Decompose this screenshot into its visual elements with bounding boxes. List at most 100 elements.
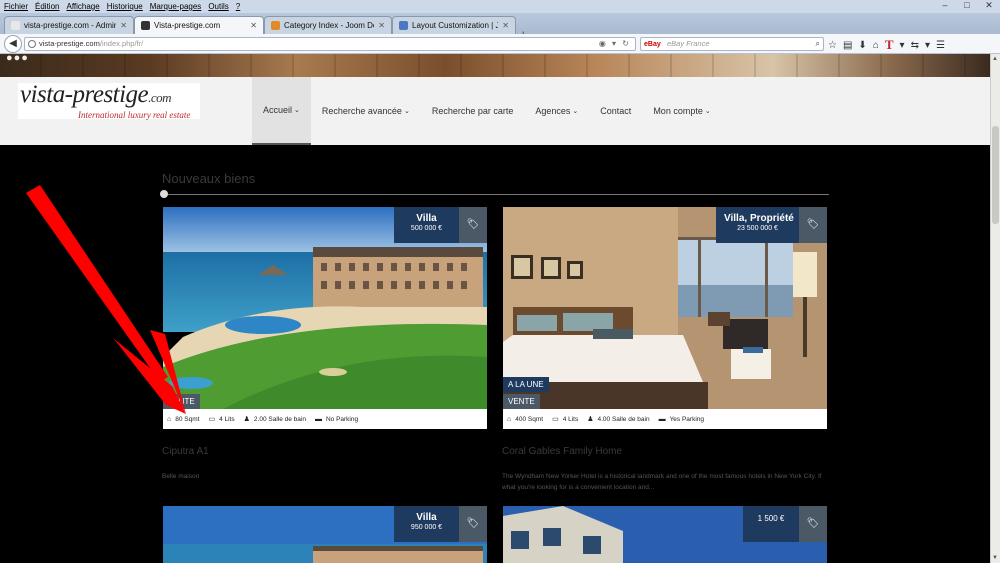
close-tab-icon[interactable]: ✕ [502, 21, 509, 30]
browser-navbar: ◀ vista-prestige.com/index.php/fr/ ◉ ▾ ↻… [0, 34, 1000, 54]
tab-label: Vista-prestige.com [154, 21, 221, 30]
tab-vista-prestige[interactable]: Vista-prestige.com ✕ [134, 16, 264, 34]
tab-layout-customization[interactable]: Layout Customization | Jo... ✕ [392, 16, 516, 34]
feature-baths: 2.00 Salle de bain [253, 415, 306, 423]
logo-tagline: International luxury real estate [78, 110, 191, 120]
nav-contact[interactable]: Contact [589, 77, 642, 145]
nav-recherche-par-carte[interactable]: Recherche par carte [421, 77, 525, 145]
hero-banner-image: ●●● [0, 54, 990, 77]
status-badge: VENTE [503, 394, 540, 409]
close-tab-icon[interactable]: ✕ [250, 21, 257, 30]
car-icon: ▬ [314, 415, 322, 423]
nav-label: Mon compte [653, 106, 703, 116]
feature-beds: 4 Lits [562, 415, 579, 423]
feature-area: 400 Sqmt [515, 415, 544, 423]
feature-parking: Yes Parking [669, 415, 705, 423]
chevron-down-icon[interactable]: ▾ [900, 40, 905, 51]
close-tab-icon[interactable]: ✕ [378, 21, 385, 30]
menu-fichier[interactable]: Fichier [4, 2, 28, 11]
search-engine-icon[interactable]: eBay [644, 39, 661, 51]
bookmark-star-icon[interactable]: ☆ [828, 40, 837, 51]
tag-icon[interactable]: 🏷 [459, 207, 487, 243]
search-bar[interactable]: eBay eBay France ⌕ [640, 37, 824, 51]
listing-card-building[interactable]: 1 500 € 🏷 [503, 506, 827, 563]
minimize-button[interactable]: – [934, 0, 956, 12]
price-box: Villa 500 000 € [394, 207, 459, 243]
status-badge: VENTE [163, 394, 200, 409]
web-page: ●●● vista-prestige.com International lux… [0, 54, 990, 563]
scrollbar-thumb[interactable] [992, 126, 999, 224]
listing-card-ciputra[interactable]: Villa 500 000 € 🏷 VENTE ⌂ 80 Sqmt ▭ 4 Lits… [163, 207, 487, 429]
tag-icon[interactable]: 🏷 [799, 506, 827, 542]
menu-historique[interactable]: Historique [107, 2, 143, 11]
favicon-icon [11, 21, 20, 30]
tab-label: Layout Customization | Jo... [412, 21, 498, 30]
clipboard-icon[interactable]: ▤ [843, 40, 852, 51]
dropdown-icon[interactable]: ▾ [612, 39, 618, 48]
screenshot-root: Fichier Édition Affichage Historique Mar… [0, 0, 1000, 563]
page-scrollbar[interactable]: ▲ ▼ [990, 54, 1000, 563]
property-price: 500 000 € [410, 225, 443, 232]
price-box: 1 500 € [743, 506, 799, 542]
property-price: 950 000 € [410, 524, 443, 531]
feature-baths: 4.00 Salle de bain [597, 415, 650, 423]
nav-recherche-avancee[interactable]: Recherche avancée ⌄ [311, 77, 421, 145]
listing-description: Belle maison [162, 473, 200, 480]
car-icon: ▬ [658, 415, 666, 423]
search-icon[interactable]: ⌕ [816, 38, 820, 50]
listing-description: The Wyndham New Yorker Hotel is a histor… [502, 473, 822, 491]
logo-tld: .com [148, 90, 172, 105]
slider-dots[interactable]: ●●● [6, 54, 29, 64]
hero-texture [0, 54, 990, 77]
chevron-down-icon: ⌄ [704, 108, 711, 115]
listing-title[interactable]: Coral Gables Family Home [502, 446, 622, 457]
menu-affichage[interactable]: Affichage [66, 2, 99, 11]
reload-icon[interactable]: ↻ [622, 39, 631, 48]
scroll-down-icon[interactable]: ▼ [992, 555, 998, 561]
listing-card-villa-3[interactable]: Villa 950 000 € 🏷 [163, 506, 487, 563]
nav-label: Recherche par carte [431, 106, 514, 116]
tag-icon[interactable]: 🏷 [799, 207, 827, 243]
sync-icon[interactable]: ⇆ [911, 40, 919, 51]
scroll-up-icon[interactable]: ▲ [992, 56, 998, 62]
tab-admin[interactable]: vista-prestige.com - Administr... ✕ [4, 16, 134, 34]
url-bar[interactable]: vista-prestige.com/index.php/fr/ ◉ ▾ ↻ [24, 37, 636, 51]
reader-icon[interactable]: ◉ [599, 39, 608, 48]
nav-accueil[interactable]: Accueil ⌄ [252, 77, 311, 145]
area-icon: ⌂ [507, 415, 512, 423]
download-icon[interactable]: ⬇ [858, 40, 866, 51]
maximize-button[interactable]: □ [956, 0, 978, 12]
menu-edition[interactable]: Édition [35, 2, 59, 11]
menu-outils[interactable]: Outils [208, 2, 228, 11]
site-logo[interactable]: vista-prestige.com International luxury … [18, 81, 200, 120]
nav-label: Contact [600, 106, 632, 116]
tab-label: vista-prestige.com - Administr... [24, 21, 116, 30]
menu-marque-pages[interactable]: Marque-pages [150, 2, 202, 11]
menu-aide[interactable]: ? [236, 2, 240, 11]
url-actions: ◉ ▾ ↻ [599, 38, 631, 50]
tag-icon[interactable]: 🏷 [459, 506, 487, 542]
price-box: Villa, Propriété 23 500 000 € [716, 207, 799, 243]
chevron-down-icon[interactable]: ▾ [925, 40, 930, 51]
tab-label: Category Index - Joom Do... [284, 21, 375, 30]
listing-features: ⌂ 400 Sqmt ▭ 4 Lits ♟ 4.00 Salle de bain ▬ Y… [503, 409, 827, 429]
price-box: Villa 950 000 € [394, 506, 459, 542]
globe-icon [28, 40, 36, 48]
url-path: /index.php/fr/ [99, 39, 144, 48]
back-button[interactable]: ◀ [4, 35, 22, 53]
tab-category-index[interactable]: Category Index - Joom Do... ✕ [264, 16, 392, 34]
favicon-icon [399, 21, 408, 30]
nav-agences[interactable]: Agences ⌄ [524, 77, 589, 145]
close-tab-icon[interactable]: ✕ [120, 21, 127, 30]
listing-card-coral-gables[interactable]: Villa, Propriété 23 500 000 € 🏷 A LA UNE… [503, 207, 827, 429]
hamburger-menu-icon[interactable]: ☰ [936, 40, 945, 51]
close-window-button[interactable]: ✕ [978, 0, 1000, 12]
listing-features: ⌂ 80 Sqmt ▭ 4 Lits ♟ 2.00 Salle de bain ▬ No… [163, 409, 487, 429]
section-divider-dot [160, 190, 168, 198]
nav-mon-compte[interactable]: Mon compte ⌄ [642, 77, 721, 145]
nav-label: Accueil [263, 105, 293, 115]
home-icon[interactable]: ⌂ [873, 40, 879, 51]
listing-title[interactable]: Ciputra A1 [162, 446, 209, 457]
favicon-icon [271, 21, 280, 30]
text-tool-icon[interactable]: T [885, 37, 894, 53]
